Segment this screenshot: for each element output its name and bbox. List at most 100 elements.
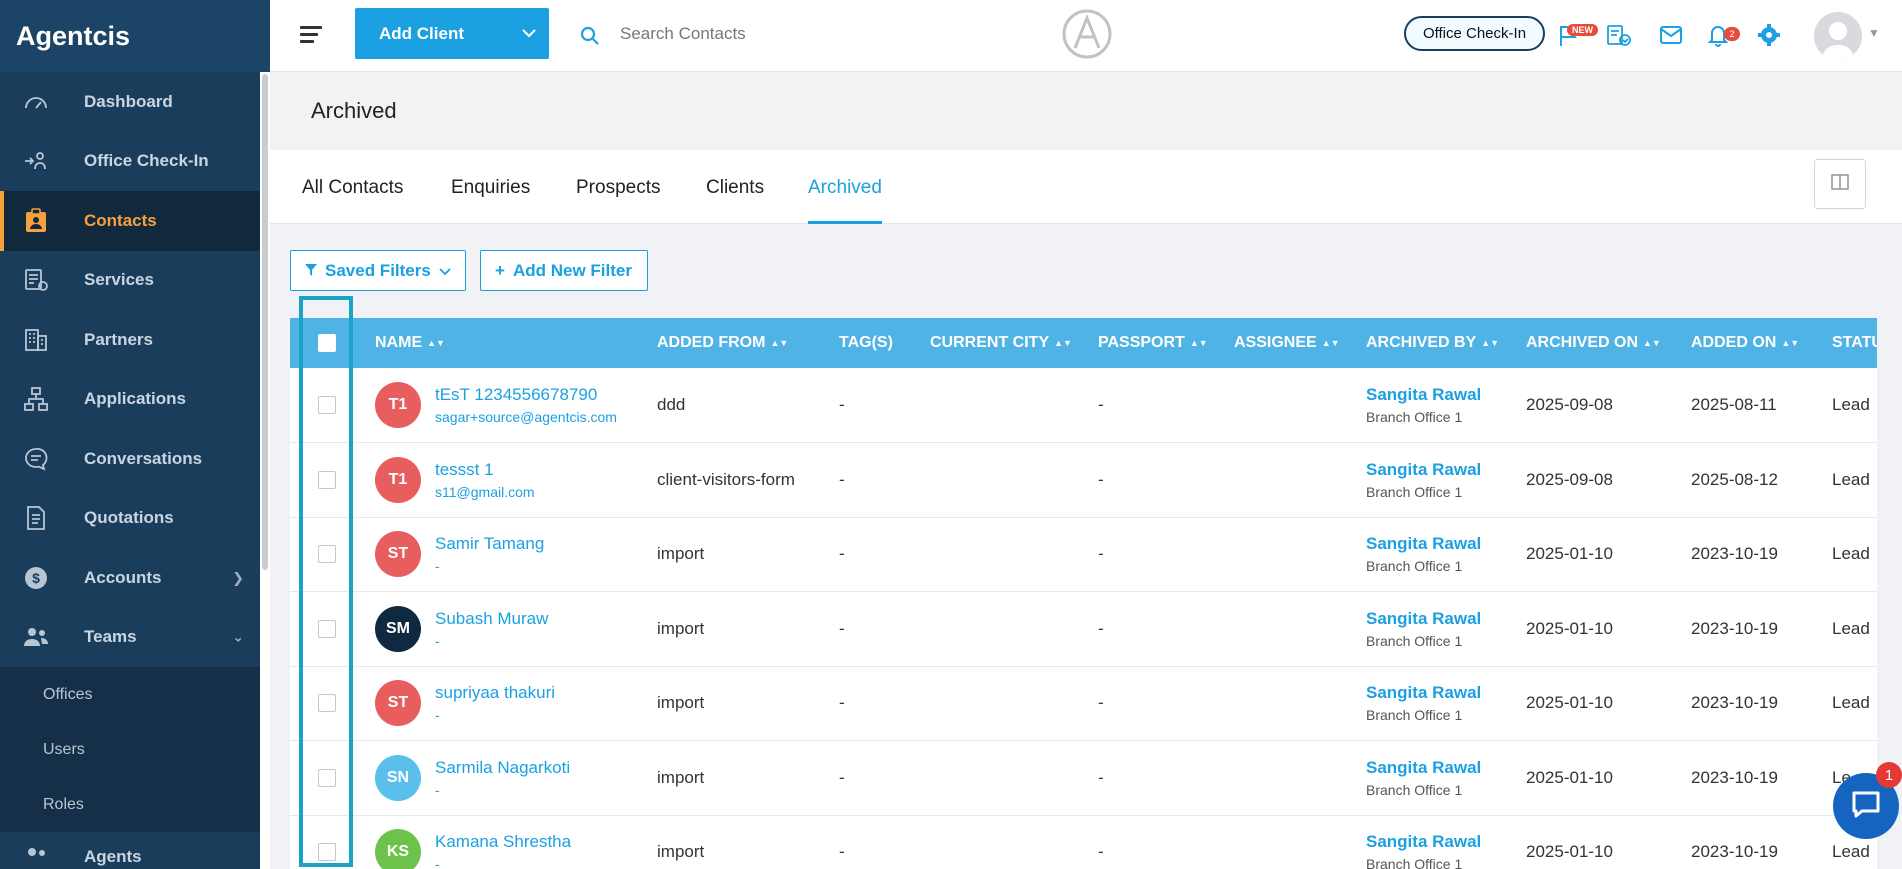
column-header-added-on[interactable]: ADDED ON ▲▼	[1691, 318, 1832, 368]
saved-filters-button[interactable]: Saved Filters	[290, 250, 466, 291]
contact-name-cell[interactable]: ST supriyaa thakuri -	[375, 680, 657, 727]
archived-on-cell: 2025-01-10	[1526, 544, 1613, 564]
contact-name-link[interactable]: Sarmila Nagarkoti	[435, 758, 570, 778]
contact-name-link[interactable]: tEsT 1234556678790	[435, 385, 617, 405]
contact-email[interactable]: -	[435, 558, 544, 574]
contact-email[interactable]: sagar+source@agentcis.com	[435, 409, 617, 425]
mail-icon[interactable]	[1658, 22, 1684, 48]
sidebar-subitem-users[interactable]: Users	[0, 722, 260, 777]
row-checkbox[interactable]	[318, 396, 336, 414]
added-from-cell: import	[657, 618, 705, 638]
contact-name-link[interactable]: supriyaa thakuri	[435, 683, 555, 703]
current-city-cell	[930, 741, 1098, 816]
tab-prospects[interactable]: Prospects	[576, 177, 660, 221]
contact-email[interactable]: s11@gmail.com	[435, 484, 535, 500]
contact-name-link[interactable]: Kamana Shrestha	[435, 832, 571, 852]
tab-all-contacts[interactable]: All Contacts	[302, 177, 403, 221]
sidebar-subitem-roles[interactable]: Roles	[0, 777, 260, 832]
user-avatar[interactable]	[1814, 12, 1862, 60]
contact-name-cell[interactable]: T1 tEsT 1234556678790 sagar+source@agentci…	[375, 382, 657, 428]
menu-toggle-icon[interactable]	[300, 26, 322, 46]
sidebar-item-label: Contacts	[84, 210, 157, 230]
sidebar-item-partners[interactable]: Partners	[0, 310, 260, 370]
contact-name-cell[interactable]: KS Kamana Shrestha -	[375, 829, 657, 869]
archived-by-name[interactable]: Sangita Rawal	[1366, 460, 1526, 480]
column-layout-button[interactable]	[1814, 159, 1866, 209]
row-checkbox[interactable]	[318, 619, 336, 638]
scrollbar-thumb[interactable]	[262, 74, 268, 570]
archived-by-name[interactable]: Sangita Rawal	[1366, 832, 1526, 852]
contact-email[interactable]: -	[435, 707, 555, 723]
contact-name-link[interactable]: Samir Tamang	[435, 534, 544, 554]
sidebar-item-label: Dashboard	[84, 91, 173, 111]
sidebar-item-dashboard[interactable]: Dashboard	[0, 72, 260, 132]
contact-email[interactable]: -	[435, 782, 570, 798]
column-header-current-city[interactable]: CURRENT CITY ▲▼	[930, 318, 1098, 368]
brand-logo[interactable]: Agentcis	[0, 0, 270, 72]
column-header-archived-on[interactable]: ARCHIVED ON ▲▼	[1526, 318, 1691, 368]
contact-name-cell[interactable]: SN Sarmila Nagarkoti -	[375, 754, 657, 801]
tab-enquiries[interactable]: Enquiries	[451, 177, 530, 221]
sidebar-item-teams[interactable]: Teams ⌄	[0, 608, 260, 668]
table-row[interactable]: T1 tEsT 1234556678790 sagar+source@agentci…	[290, 368, 1877, 443]
row-checkbox[interactable]	[318, 694, 336, 713]
row-checkbox[interactable]	[318, 843, 336, 862]
search-input[interactable]	[620, 18, 920, 50]
add-new-filter-button[interactable]: + Add New Filter	[480, 250, 648, 291]
sidebar-subitem-offices[interactable]: Offices	[0, 667, 260, 722]
contact-email[interactable]: -	[435, 633, 548, 649]
archived-by-cell: Sangita Rawal Branch Office 1	[1366, 368, 1526, 443]
tab-clients[interactable]: Clients	[706, 177, 764, 221]
caret-down-icon[interactable]: ▼	[1868, 26, 1880, 40]
column-header-added-from[interactable]: ADDED FROM ▲▼	[657, 318, 839, 368]
search-icon[interactable]	[580, 26, 600, 51]
sidebar-item-accounts[interactable]: $ Accounts ❯	[0, 548, 260, 608]
table-row[interactable]: ST supriyaa thakuri - import - - Sangita Rawal…	[290, 666, 1877, 741]
table-row[interactable]: T1 tessst 1 s11@gmail.com client-visitors-f…	[290, 443, 1877, 517]
contact-name-link[interactable]: Subash Muraw	[435, 609, 548, 629]
column-header-archived-by[interactable]: ARCHIVED BY ▲▼	[1366, 318, 1526, 368]
sidebar-item-contacts[interactable]: Contacts	[0, 191, 260, 251]
gear-icon[interactable]	[1756, 22, 1782, 48]
archived-by-name[interactable]: Sangita Rawal	[1366, 683, 1526, 703]
select-all-checkbox[interactable]	[318, 334, 336, 352]
archived-on-cell: 2025-01-10	[1526, 767, 1613, 787]
tab-archived[interactable]: Archived	[808, 177, 882, 224]
column-header-assignee[interactable]: ASSIGNEE ▲▼	[1234, 318, 1366, 368]
table-row[interactable]: SM Subash Muraw - import - - Sangita Rawal Bran…	[290, 592, 1877, 666]
contact-name-cell[interactable]: T1 tessst 1 s11@gmail.com	[375, 456, 657, 503]
added-on-cell: 2023-10-19	[1691, 618, 1778, 638]
sidebar-item-applications[interactable]: Applications	[0, 370, 260, 430]
sidebar-item-services[interactable]: Services	[0, 251, 260, 311]
column-header-name[interactable]: NAME ▲▼	[375, 318, 657, 368]
table-row[interactable]: ST Samir Tamang - import - - Sangita Rawal Bran…	[290, 517, 1877, 592]
sidebar-item-quotations[interactable]: Quotations	[0, 489, 260, 549]
table-row[interactable]: SN Sarmila Nagarkoti - import - - Sangita Rawa…	[290, 741, 1877, 816]
archived-by-name[interactable]: Sangita Rawal	[1366, 385, 1526, 405]
row-checkbox[interactable]	[318, 470, 336, 489]
column-header-passport[interactable]: PASSPORT ▲▼	[1098, 318, 1234, 368]
added-from-cell: import	[657, 693, 705, 713]
archived-by-name[interactable]: Sangita Rawal	[1366, 609, 1526, 629]
sidebar-item-agents[interactable]: Agents	[0, 832, 260, 869]
contact-name-cell[interactable]: ST Samir Tamang -	[375, 531, 657, 578]
status-cell: Lead	[1832, 469, 1870, 489]
chevron-down-icon	[439, 261, 451, 281]
contact-email[interactable]: -	[435, 856, 571, 869]
contact-name-cell[interactable]: SM Subash Muraw -	[375, 605, 657, 652]
contact-name-link[interactable]: tessst 1	[435, 460, 535, 480]
chevron-down-icon[interactable]	[509, 8, 549, 59]
row-checkbox[interactable]	[318, 768, 336, 787]
archived-by-name[interactable]: Sangita Rawal	[1366, 758, 1526, 778]
column-header-status[interactable]: STATUS	[1832, 318, 1877, 368]
table-row[interactable]: KS Kamana Shrestha - import - - Sangita Rawal B…	[290, 815, 1877, 869]
archived-by-name[interactable]: Sangita Rawal	[1366, 534, 1526, 554]
sidebar-item-conversations[interactable]: Conversations	[0, 429, 260, 489]
task-check-icon[interactable]	[1606, 22, 1632, 48]
sidebar-scrollbar[interactable]	[260, 72, 270, 869]
add-client-button[interactable]: Add Client	[355, 8, 549, 59]
row-checkbox[interactable]	[318, 545, 336, 564]
office-check-in-button[interactable]: Office Check-In	[1404, 16, 1545, 51]
sidebar-item-office-check-in[interactable]: Office Check-In	[0, 132, 260, 192]
sort-icon: ▲▼	[1781, 337, 1800, 348]
